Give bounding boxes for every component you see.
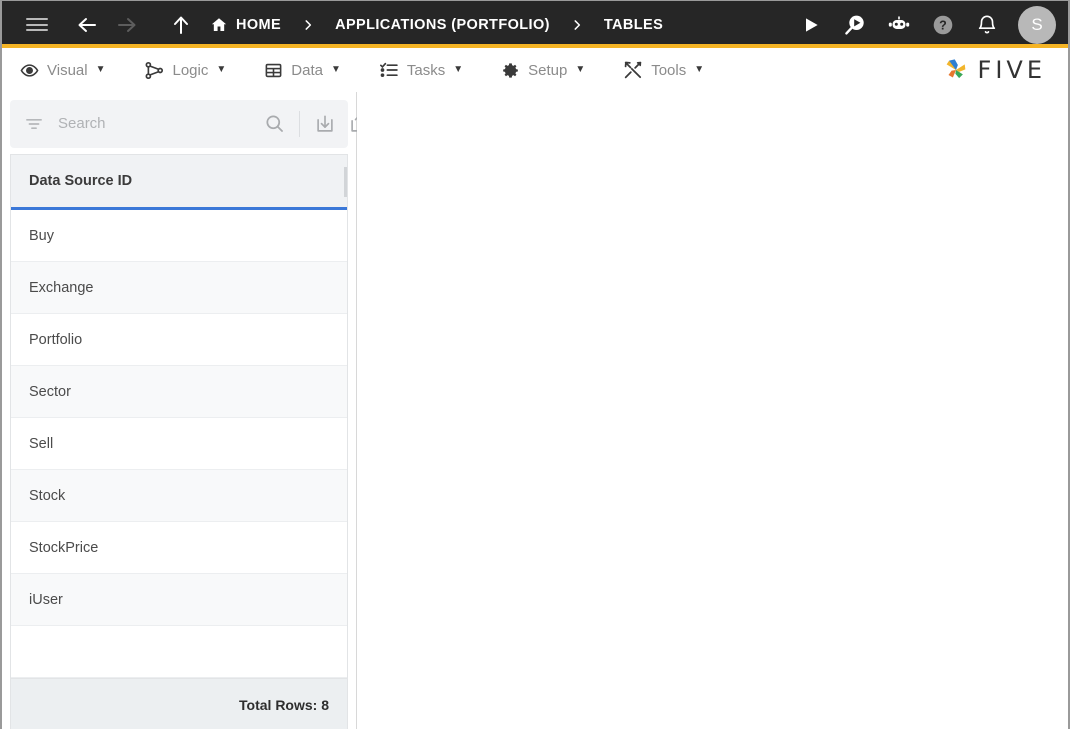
filter-icon[interactable] [24, 114, 44, 134]
eye-icon [20, 61, 39, 80]
help-icon[interactable]: ? [926, 8, 960, 42]
cell-data-source-id: StockPrice [29, 539, 99, 556]
chevron-down-icon-tools: ▼ [694, 64, 705, 75]
grid-footer: Total Rows: 8 [11, 678, 347, 729]
chevron-down-icon-tasks: ▼ [453, 64, 464, 75]
table-row[interactable]: Buy [11, 210, 347, 263]
checklist-icon [379, 60, 399, 80]
bell-icon[interactable] [970, 8, 1004, 42]
table-row[interactable]: Stock [11, 470, 347, 523]
breadcrumb-label-applications: APPLICATIONS (PORTFOLIO) [335, 16, 550, 33]
breadcrumb-label-tables: TABLES [603, 16, 664, 33]
menu-item-visual[interactable]: Visual ▼ [20, 61, 106, 80]
breadcrumb: HOME APPLICATIONS (PORTFOLIO) TABLES [210, 16, 794, 34]
chevron-down-icon-data: ▼ [330, 64, 341, 75]
table-row[interactable]: StockPrice [11, 522, 347, 575]
run-search-icon[interactable] [838, 8, 872, 42]
search-icon[interactable] [257, 107, 291, 141]
content-area: Data Source ID Buy Exchange Portfolio Se… [2, 92, 1068, 729]
five-pinwheel-icon [941, 55, 971, 85]
chevron-right-icon [301, 18, 315, 32]
cell-data-source-id: Sector [29, 383, 71, 400]
tools-icon [623, 60, 643, 80]
menu-label-tasks: Tasks [406, 61, 446, 79]
gear-icon [501, 61, 520, 80]
cell-data-source-id: Exchange [29, 279, 94, 296]
table-row-empty [11, 626, 347, 679]
column-resize-handle[interactable] [344, 166, 347, 197]
table-grid-icon [264, 61, 283, 80]
breadcrumb-item-applications[interactable]: APPLICATIONS (PORTFOLIO) [335, 17, 550, 33]
grid-header-row: Data Source ID [11, 154, 347, 211]
menu-label-logic: Logic [172, 61, 209, 79]
arrow-right-icon[interactable] [110, 8, 144, 42]
avatar-initial: S [1031, 14, 1043, 34]
breadcrumb-item-tables[interactable]: TABLES [604, 17, 663, 33]
table-row[interactable]: Sell [11, 418, 347, 471]
menu-item-tools[interactable]: Tools ▼ [623, 60, 704, 80]
brand-text: FIVE [977, 56, 1046, 84]
chevron-down-icon-visual: ▼ [95, 64, 106, 75]
robot-icon[interactable] [882, 8, 916, 42]
menu-label-visual: Visual [47, 61, 88, 79]
svg-text:?: ? [939, 18, 947, 32]
menu-label-data: Data [291, 61, 323, 79]
grid-body: Buy Exchange Portfolio Sector Sell Stock… [11, 210, 347, 679]
data-source-grid: Data Source ID Buy Exchange Portfolio Se… [10, 153, 348, 729]
column-header-data-source-id[interactable]: Data Source ID [29, 173, 132, 189]
breadcrumb-label-home: HOME [236, 16, 282, 33]
cell-data-source-id: Stock [29, 487, 66, 504]
topbar-actions: ? S [794, 5, 1056, 44]
app-window: HOME APPLICATIONS (PORTFOLIO) TABLES ? S… [0, 0, 1070, 729]
menu-label-setup: Setup [528, 61, 568, 79]
total-rows-label: Total Rows: 8 [239, 696, 329, 713]
flow-nodes-icon [144, 60, 165, 81]
table-row[interactable]: Sector [11, 366, 347, 419]
cell-data-source-id: Portfolio [29, 331, 83, 348]
arrow-left-icon[interactable] [70, 8, 104, 42]
table-row[interactable]: iUser [11, 574, 347, 627]
panel-toolbar [10, 100, 418, 148]
menu-item-setup[interactable]: Setup ▼ [501, 61, 585, 80]
avatar[interactable]: S [1018, 5, 1056, 44]
application-menu-bar: Visual ▼ Logic ▼ Data ▼ Tasks ▼ Setup ▼ … [2, 48, 1068, 92]
cell-data-source-id: iUser [29, 591, 63, 608]
toolbar-divider [299, 110, 300, 137]
menu-item-logic[interactable]: Logic ▼ [144, 60, 227, 81]
brand-logo: FIVE [941, 55, 1046, 85]
arrow-up-icon[interactable] [164, 8, 198, 42]
breadcrumb-item-home[interactable]: HOME [210, 16, 281, 34]
top-navigation-bar: HOME APPLICATIONS (PORTFOLIO) TABLES ? S [2, 1, 1068, 48]
menu-item-tasks[interactable]: Tasks ▼ [379, 60, 463, 80]
menu-item-data[interactable]: Data ▼ [264, 61, 341, 80]
import-icon[interactable] [308, 107, 342, 141]
menu-label-tools: Tools [651, 61, 687, 79]
search-input[interactable] [44, 115, 257, 133]
chevron-down-icon-setup: ▼ [575, 64, 586, 75]
chevron-down-icon-logic: ▼ [216, 64, 227, 75]
main-detail-area [357, 92, 1068, 729]
table-row[interactable]: Portfolio [11, 314, 347, 367]
chevron-right-icon-2 [570, 18, 584, 32]
hamburger-icon[interactable] [20, 8, 54, 42]
table-row[interactable]: Exchange [11, 262, 347, 315]
tables-list-panel: Data Source ID Buy Exchange Portfolio Se… [2, 92, 418, 729]
cell-data-source-id: Sell [29, 435, 54, 452]
home-icon [210, 16, 228, 34]
cell-data-source-id: Buy [29, 227, 54, 244]
run-icon[interactable] [794, 8, 828, 42]
